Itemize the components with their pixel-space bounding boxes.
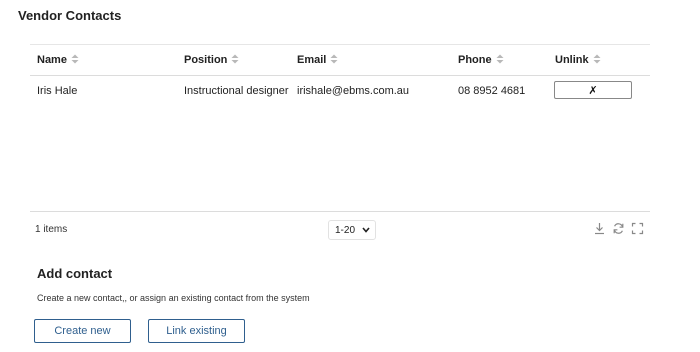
refresh-icon[interactable] [612,222,625,235]
column-header-position[interactable]: Position [184,45,239,75]
link-existing-button[interactable]: Link existing [148,319,245,343]
sort-icon [496,54,504,64]
sort-icon [231,54,239,64]
column-header-label: Email [297,54,327,66]
sort-icon [330,54,338,64]
page-size-value: 1-20 [335,225,356,236]
add-contact-title: Add contact [37,266,113,281]
contacts-table: Name Position Email Phone Unlink Iris Ha… [30,44,650,212]
contact-phone: 08 8952 4681 [458,85,526,97]
chevron-down-icon [362,227,370,233]
column-header-email[interactable]: Email [297,45,338,75]
column-header-name[interactable]: Name [37,45,79,75]
contact-name: Iris Hale [37,85,78,97]
fullscreen-icon[interactable] [631,222,644,235]
table-footer: 1 items 1-20 [30,212,660,246]
page-size-select[interactable]: 1-20 [328,220,376,240]
items-count: 1 items [35,224,68,235]
column-header-phone[interactable]: Phone [458,45,504,75]
table-row: Iris Hale Instructional designer irishal… [30,76,650,106]
table-header: Name Position Email Phone Unlink [30,45,650,76]
column-header-label: Name [37,54,67,66]
unlink-button[interactable]: ✗ [554,81,632,99]
create-new-button[interactable]: Create new [34,319,131,343]
section-title: Vendor Contacts [18,8,122,23]
column-header-label: Position [184,54,228,66]
add-contact-description: Create a new contact,, or assign an exis… [37,293,310,303]
sort-icon [593,54,601,64]
sort-icon [71,54,79,64]
vendor-contacts-page: Vendor Contacts Name Position Email Phon… [0,0,700,352]
column-header-label: Unlink [555,54,589,66]
download-icon[interactable] [593,222,606,235]
contact-email: irishale@ebms.com.au [297,85,410,97]
column-header-unlink[interactable]: Unlink [555,45,601,75]
contact-position: Instructional designer [184,85,289,97]
column-header-label: Phone [458,54,492,66]
